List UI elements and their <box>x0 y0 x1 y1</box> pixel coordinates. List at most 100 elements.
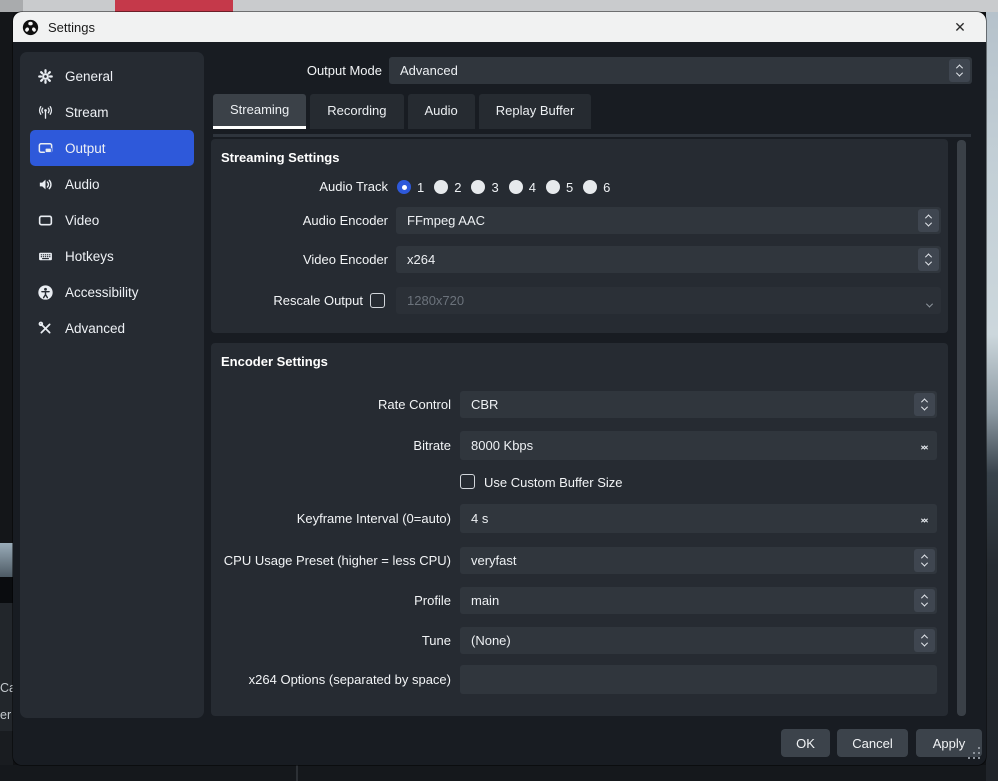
custom-buffer-checkbox[interactable] <box>460 474 475 489</box>
sidebar-item-audio[interactable]: Audio <box>30 166 194 202</box>
tab-audio[interactable]: Audio <box>408 94 475 129</box>
window-body: General Stream <box>13 42 986 765</box>
gear-icon <box>37 68 54 85</box>
spinner-icon[interactable] <box>914 549 935 572</box>
sidebar-item-hotkeys[interactable]: Hotkeys <box>30 238 194 274</box>
spinner-icon[interactable] <box>914 589 935 612</box>
section-title: Streaming Settings <box>221 150 339 165</box>
audio-track-radios: 1 2 3 4 5 6 <box>397 178 610 196</box>
audio-track-option[interactable]: 3 <box>471 180 498 195</box>
titlebar[interactable]: Settings ✕ <box>13 12 986 42</box>
rescale-output-checkbox[interactable] <box>370 293 385 308</box>
bitrate-row: Bitrate 8000 Kbps <box>211 431 948 460</box>
tab-streaming[interactable]: Streaming <box>213 94 306 129</box>
x264-options-row: x264 Options (separated by space) <box>211 665 948 694</box>
rate-control-select[interactable]: CBR <box>460 391 937 418</box>
radio-icon[interactable] <box>546 180 560 194</box>
spinner-icon[interactable] <box>914 393 935 416</box>
audio-track-option[interactable]: 2 <box>434 180 461 195</box>
person-circle-icon <box>37 284 54 301</box>
radio-icon[interactable] <box>583 180 597 194</box>
sidebar-item-label: Hotkeys <box>65 249 114 264</box>
window-title: Settings <box>48 20 95 35</box>
output-mode-value: Advanced <box>400 63 458 78</box>
x264-options-input[interactable] <box>460 665 937 694</box>
tab-replay-buffer[interactable]: Replay Buffer <box>479 94 592 129</box>
screen-camera-icon <box>37 140 54 157</box>
audio-track-option[interactable]: 5 <box>546 180 573 195</box>
profile-row: Profile main <box>211 587 948 614</box>
speaker-icon <box>37 176 54 193</box>
audio-encoder-select[interactable]: FFmpeg AAC <box>396 207 941 234</box>
sidebar-item-label: Advanced <box>65 321 125 336</box>
spinner-icon[interactable] <box>918 248 939 271</box>
desktop-bottom-strip <box>0 765 986 781</box>
desktop-right-strip <box>986 12 998 781</box>
output-tabs: Streaming Recording Audio Replay Buffer <box>213 94 591 129</box>
sidebar-item-advanced[interactable]: Advanced <box>30 310 194 346</box>
tab-recording[interactable]: Recording <box>310 94 403 129</box>
cpu-preset-label: CPU Usage Preset (higher = less CPU) <box>211 553 451 568</box>
rescale-output-combo: 1280x720 <box>396 287 941 314</box>
encoder-settings-panel: Encoder Settings Rate Control CBR Bitrat… <box>211 343 948 716</box>
background-seam <box>296 765 298 781</box>
sidebar-item-accessibility[interactable]: Accessibility <box>30 274 194 310</box>
cancel-button[interactable]: Cancel <box>837 729 908 757</box>
spin-down-icon[interactable] <box>922 511 927 526</box>
radio-icon[interactable] <box>434 180 448 194</box>
ok-button[interactable]: OK <box>781 729 830 757</box>
audio-track-option[interactable]: 1 <box>397 180 424 195</box>
keyframe-interval-spinbox[interactable]: 4 s <box>460 504 937 533</box>
radio-icon[interactable] <box>397 180 411 194</box>
background-dark-sliver <box>0 577 13 603</box>
radio-icon[interactable] <box>471 180 485 194</box>
antenna-icon <box>37 104 54 121</box>
sidebar-item-label: General <box>65 69 113 84</box>
audio-encoder-row: Audio Encoder FFmpeg AAC <box>211 207 948 234</box>
section-title: Encoder Settings <box>221 354 328 369</box>
sidebar-item-video[interactable]: Video <box>30 202 194 238</box>
spinner-icon[interactable] <box>914 629 935 652</box>
sidebar-item-stream[interactable]: Stream <box>30 94 194 130</box>
output-mode-label: Output Mode <box>256 63 382 78</box>
audio-track-option[interactable]: 6 <box>583 180 610 195</box>
audio-track-label: Audio Track <box>211 179 388 194</box>
sidebar-item-output[interactable]: Output <box>30 130 194 166</box>
custom-buffer-label: Use Custom Buffer Size <box>484 475 622 490</box>
scrollbar <box>957 140 966 716</box>
tune-label: Tune <box>211 633 451 648</box>
radio-icon[interactable] <box>509 180 523 194</box>
rescale-output-row: Rescale Output 1280x720 <box>211 287 948 314</box>
desktop-top-dark-segment <box>0 0 23 12</box>
profile-select[interactable]: main <box>460 587 937 614</box>
audio-track-row: Audio Track 1 2 3 4 5 6 <box>211 178 948 196</box>
keyboard-icon <box>37 248 54 265</box>
tune-select[interactable]: (None) <box>460 627 937 654</box>
spinner-icon[interactable] <box>918 209 939 232</box>
sidebar-item-general[interactable]: General <box>30 58 194 94</box>
cpu-preset-select[interactable]: veryfast <box>460 547 937 574</box>
audio-track-option[interactable]: 4 <box>509 180 536 195</box>
x264-options-label: x264 Options (separated by space) <box>211 672 451 687</box>
sidebar-item-label: Video <box>65 213 99 228</box>
profile-label: Profile <box>211 593 451 608</box>
close-icon[interactable]: ✕ <box>946 12 974 42</box>
tools-icon <box>37 320 54 337</box>
bitrate-spinbox[interactable]: 8000 Kbps <box>460 431 937 460</box>
custom-buffer-row: Use Custom Buffer Size <box>211 474 948 491</box>
chevron-down-icon <box>927 296 932 311</box>
audio-encoder-label: Audio Encoder <box>211 213 388 228</box>
spinner-icon[interactable] <box>949 59 970 82</box>
cpu-preset-row: CPU Usage Preset (higher = less CPU) ver… <box>211 547 948 574</box>
settings-window: Settings ✕ General <box>13 12 986 765</box>
sidebar-item-label: Audio <box>65 177 100 192</box>
background-image-sliver <box>0 543 13 577</box>
output-mode-select[interactable]: Advanced <box>389 57 972 84</box>
apply-button[interactable]: Apply <box>916 729 982 757</box>
scrollbar-thumb[interactable] <box>957 140 966 716</box>
rate-control-row: Rate Control CBR <box>211 391 948 418</box>
video-encoder-select[interactable]: x264 <box>396 246 941 273</box>
rescale-output-label: Rescale Output <box>211 293 363 308</box>
spin-down-icon[interactable] <box>922 438 927 453</box>
resize-grip[interactable] <box>978 757 980 759</box>
